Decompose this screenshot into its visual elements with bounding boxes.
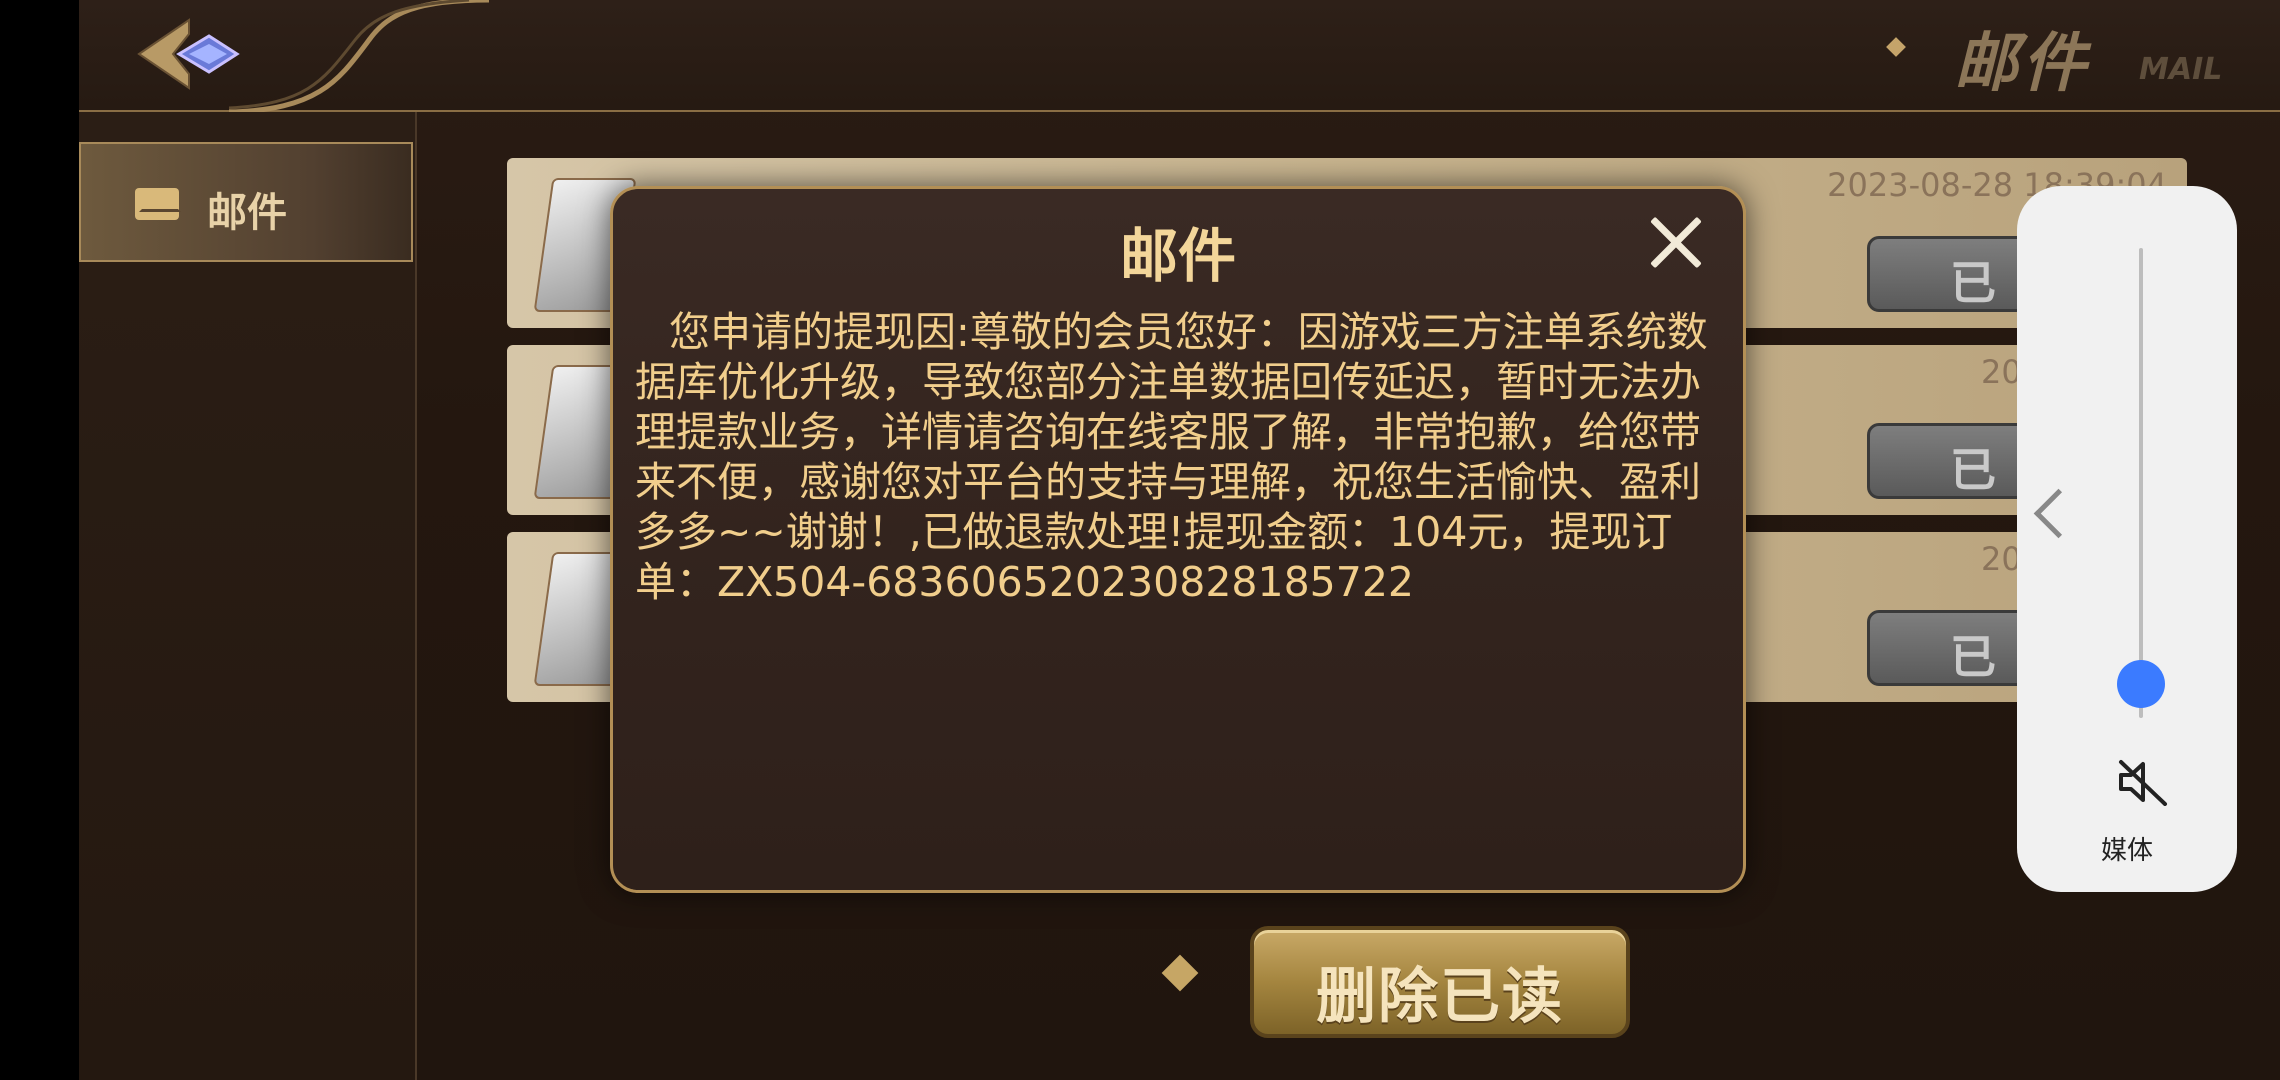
close-icon[interactable] [1647, 213, 1705, 271]
sidebar-item-mail[interactable]: 邮件 [79, 142, 413, 262]
mail-screen: 邮件 MAIL 邮件 2023-08-28 18:39:04 已 2023-08… [79, 0, 2280, 1080]
delete-read-button[interactable]: 删除已读 [1250, 926, 1630, 1038]
mail-detail-dialog: 邮件 您申请的提现因:尊敬的会员您好：因游戏三方注单系统数据库优化升级，导致您部… [610, 186, 1746, 893]
delete-read-label: 删除已读 [1316, 962, 1564, 1032]
screen-left-edge [0, 0, 79, 1080]
read-status-label: 已 [1950, 256, 1996, 310]
dialog-title: 邮件 [1119, 222, 1236, 290]
page-subtitle: MAIL [2139, 52, 2223, 87]
title-diamond-icon [1886, 37, 1906, 57]
envelope-icon [135, 188, 179, 220]
sidebar: 邮件 [79, 112, 417, 1080]
dialog-header: 邮件 [613, 189, 1743, 299]
volume-panel: 媒体 [2017, 186, 2237, 892]
read-status-label: 已 [1950, 443, 1996, 497]
volume-slider-track[interactable] [2139, 248, 2143, 718]
chevron-left-icon[interactable] [2033, 488, 2084, 539]
button-ornament-left [1161, 954, 1199, 992]
header-ornament [229, 0, 489, 112]
speaker-muted-icon[interactable] [2115, 758, 2169, 806]
mail-body-text: 您申请的提现因:尊敬的会员您好：因游戏三方注单系统数据库优化升级，导致您部分注单… [635, 308, 1708, 606]
volume-stream-label: 媒体 [2100, 836, 2153, 866]
top-header: 邮件 MAIL [79, 0, 2280, 112]
read-status-label: 已 [1950, 630, 1996, 684]
page-title: 邮件 [1954, 26, 2090, 101]
sidebar-item-label: 邮件 [207, 190, 287, 236]
volume-slider-knob[interactable] [2117, 660, 2165, 708]
